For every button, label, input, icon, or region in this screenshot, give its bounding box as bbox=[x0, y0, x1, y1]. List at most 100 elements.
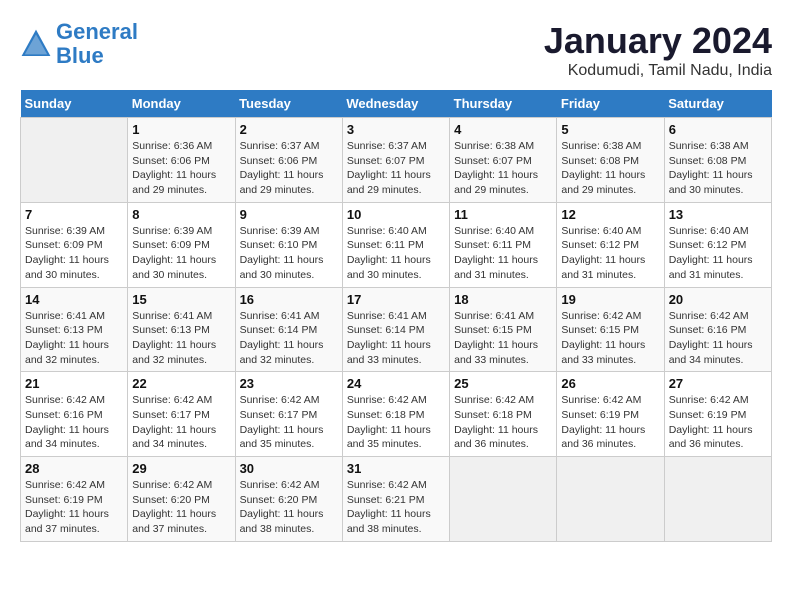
day-number: 14 bbox=[25, 292, 123, 307]
calendar-cell: 26Sunrise: 6:42 AMSunset: 6:19 PMDayligh… bbox=[557, 372, 664, 457]
calendar-cell: 12Sunrise: 6:40 AMSunset: 6:12 PMDayligh… bbox=[557, 202, 664, 287]
calendar-cell: 31 Sunrise: 6:42 AMSunset: 6:21 PMDayligh… bbox=[342, 457, 449, 542]
logo-line2: Blue bbox=[56, 43, 104, 68]
calendar-cell: 5 Sunrise: 6:38 AMSunset: 6:08 PMDaylight… bbox=[557, 118, 664, 203]
calendar-cell: 6 Sunrise: 6:38 AMSunset: 6:08 PMDaylight… bbox=[664, 118, 771, 203]
day-number: 22 bbox=[132, 376, 230, 391]
day-info: Sunrise: 6:42 AMSunset: 6:20 PMDaylight:… bbox=[132, 478, 230, 537]
weekday-header-sunday: Sunday bbox=[21, 90, 128, 118]
calendar-cell: 15Sunrise: 6:41 AMSunset: 6:13 PMDayligh… bbox=[128, 287, 235, 372]
calendar-cell: 10 Sunrise: 6:40 AMSunset: 6:11 PMDayligh… bbox=[342, 202, 449, 287]
calendar-cell: 11 Sunrise: 6:40 AMSunset: 6:11 PMDayligh… bbox=[450, 202, 557, 287]
weekday-header-friday: Friday bbox=[557, 90, 664, 118]
calendar-cell: 7 Sunrise: 6:39 AMSunset: 6:09 PMDaylight… bbox=[21, 202, 128, 287]
day-number: 18 bbox=[454, 292, 552, 307]
day-info: Sunrise: 6:41 AMSunset: 6:14 PMDaylight:… bbox=[347, 309, 445, 368]
day-info: Sunrise: 6:40 AMSunset: 6:11 PMDaylight:… bbox=[454, 224, 552, 283]
day-info: Sunrise: 6:41 AMSunset: 6:15 PMDaylight:… bbox=[454, 309, 552, 368]
day-number: 16 bbox=[240, 292, 338, 307]
calendar-cell: 14 Sunrise: 6:41 AMSunset: 6:13 PMDayligh… bbox=[21, 287, 128, 372]
day-number: 15 bbox=[132, 292, 230, 307]
calendar-cell: 28 Sunrise: 6:42 AMSunset: 6:19 PMDayligh… bbox=[21, 457, 128, 542]
logo-text: General Blue bbox=[56, 20, 138, 68]
calendar-cell: 25 Sunrise: 6:42 AMSunset: 6:18 PMDayligh… bbox=[450, 372, 557, 457]
day-info: Sunrise: 6:40 AMSunset: 6:12 PMDaylight:… bbox=[561, 224, 659, 283]
day-info: Sunrise: 6:42 AMSunset: 6:15 PMDaylight:… bbox=[561, 309, 659, 368]
day-info: Sunrise: 6:37 AMSunset: 6:06 PMDaylight:… bbox=[240, 139, 338, 198]
day-number: 8 bbox=[132, 207, 230, 222]
calendar-week-5: 28 Sunrise: 6:42 AMSunset: 6:19 PMDayligh… bbox=[21, 457, 772, 542]
day-info: Sunrise: 6:41 AMSunset: 6:14 PMDaylight:… bbox=[240, 309, 338, 368]
day-info: Sunrise: 6:42 AMSunset: 6:19 PMDaylight:… bbox=[25, 478, 123, 537]
day-info: Sunrise: 6:38 AMSunset: 6:08 PMDaylight:… bbox=[669, 139, 767, 198]
calendar-cell: 13Sunrise: 6:40 AMSunset: 6:12 PMDayligh… bbox=[664, 202, 771, 287]
day-info: Sunrise: 6:40 AMSunset: 6:12 PMDaylight:… bbox=[669, 224, 767, 283]
day-number: 1 bbox=[132, 122, 230, 137]
day-info: Sunrise: 6:42 AMSunset: 6:17 PMDaylight:… bbox=[132, 393, 230, 452]
calendar-body: 1Sunrise: 6:36 AMSunset: 6:06 PMDaylight… bbox=[21, 118, 772, 542]
day-info: Sunrise: 6:39 AMSunset: 6:09 PMDaylight:… bbox=[25, 224, 123, 283]
day-info: Sunrise: 6:42 AMSunset: 6:16 PMDaylight:… bbox=[669, 309, 767, 368]
calendar-cell: 21 Sunrise: 6:42 AMSunset: 6:16 PMDayligh… bbox=[21, 372, 128, 457]
day-info: Sunrise: 6:42 AMSunset: 6:16 PMDaylight:… bbox=[25, 393, 123, 452]
day-number: 19 bbox=[561, 292, 659, 307]
day-info: Sunrise: 6:42 AMSunset: 6:19 PMDaylight:… bbox=[669, 393, 767, 452]
day-info: Sunrise: 6:37 AMSunset: 6:07 PMDaylight:… bbox=[347, 139, 445, 198]
day-info: Sunrise: 6:38 AMSunset: 6:07 PMDaylight:… bbox=[454, 139, 552, 198]
calendar-cell: 8Sunrise: 6:39 AMSunset: 6:09 PMDaylight… bbox=[128, 202, 235, 287]
calendar-cell bbox=[450, 457, 557, 542]
weekday-header-row: SundayMondayTuesdayWednesdayThursdayFrid… bbox=[21, 90, 772, 118]
day-number: 24 bbox=[347, 376, 445, 391]
day-number: 27 bbox=[669, 376, 767, 391]
day-info: Sunrise: 6:41 AMSunset: 6:13 PMDaylight:… bbox=[25, 309, 123, 368]
calendar-week-1: 1Sunrise: 6:36 AMSunset: 6:06 PMDaylight… bbox=[21, 118, 772, 203]
calendar-cell: 19 Sunrise: 6:42 AMSunset: 6:15 PMDayligh… bbox=[557, 287, 664, 372]
day-number: 26 bbox=[561, 376, 659, 391]
calendar-cell: 23 Sunrise: 6:42 AMSunset: 6:17 PMDayligh… bbox=[235, 372, 342, 457]
calendar-cell: 3 Sunrise: 6:37 AMSunset: 6:07 PMDaylight… bbox=[342, 118, 449, 203]
day-number: 2 bbox=[240, 122, 338, 137]
day-info: Sunrise: 6:40 AMSunset: 6:11 PMDaylight:… bbox=[347, 224, 445, 283]
weekday-header-wednesday: Wednesday bbox=[342, 90, 449, 118]
calendar-cell: 1Sunrise: 6:36 AMSunset: 6:06 PMDaylight… bbox=[128, 118, 235, 203]
day-info: Sunrise: 6:38 AMSunset: 6:08 PMDaylight:… bbox=[561, 139, 659, 198]
calendar-cell: 2 Sunrise: 6:37 AMSunset: 6:06 PMDaylight… bbox=[235, 118, 342, 203]
calendar-cell: 18 Sunrise: 6:41 AMSunset: 6:15 PMDayligh… bbox=[450, 287, 557, 372]
day-number: 7 bbox=[25, 207, 123, 222]
day-number: 30 bbox=[240, 461, 338, 476]
day-info: Sunrise: 6:42 AMSunset: 6:17 PMDaylight:… bbox=[240, 393, 338, 452]
day-number: 4 bbox=[454, 122, 552, 137]
month-title: January 2024 bbox=[544, 20, 772, 62]
day-number: 3 bbox=[347, 122, 445, 137]
day-number: 28 bbox=[25, 461, 123, 476]
day-number: 6 bbox=[669, 122, 767, 137]
page-header: General Blue January 2024 Kodumudi, Tami… bbox=[20, 20, 772, 80]
location-subtitle: Kodumudi, Tamil Nadu, India bbox=[544, 62, 772, 80]
logo-icon bbox=[20, 28, 52, 60]
calendar-cell: 20 Sunrise: 6:42 AMSunset: 6:16 PMDayligh… bbox=[664, 287, 771, 372]
calendar-cell bbox=[664, 457, 771, 542]
weekday-header-monday: Monday bbox=[128, 90, 235, 118]
calendar-cell: 4 Sunrise: 6:38 AMSunset: 6:07 PMDaylight… bbox=[450, 118, 557, 203]
calendar-cell: 27 Sunrise: 6:42 AMSunset: 6:19 PMDayligh… bbox=[664, 372, 771, 457]
calendar-cell bbox=[21, 118, 128, 203]
calendar-cell: 24Sunrise: 6:42 AMSunset: 6:18 PMDayligh… bbox=[342, 372, 449, 457]
calendar-table: SundayMondayTuesdayWednesdayThursdayFrid… bbox=[20, 90, 772, 542]
day-number: 21 bbox=[25, 376, 123, 391]
day-number: 20 bbox=[669, 292, 767, 307]
day-info: Sunrise: 6:42 AMSunset: 6:18 PMDaylight:… bbox=[454, 393, 552, 452]
title-block: January 2024 Kodumudi, Tamil Nadu, India bbox=[544, 20, 772, 80]
day-number: 5 bbox=[561, 122, 659, 137]
day-number: 9 bbox=[240, 207, 338, 222]
day-number: 11 bbox=[454, 207, 552, 222]
calendar-cell: 16 Sunrise: 6:41 AMSunset: 6:14 PMDayligh… bbox=[235, 287, 342, 372]
weekday-header-tuesday: Tuesday bbox=[235, 90, 342, 118]
day-number: 31 bbox=[347, 461, 445, 476]
day-info: Sunrise: 6:42 AMSunset: 6:21 PMDaylight:… bbox=[347, 478, 445, 537]
calendar-week-3: 14 Sunrise: 6:41 AMSunset: 6:13 PMDayligh… bbox=[21, 287, 772, 372]
day-info: Sunrise: 6:42 AMSunset: 6:20 PMDaylight:… bbox=[240, 478, 338, 537]
day-number: 23 bbox=[240, 376, 338, 391]
day-number: 25 bbox=[454, 376, 552, 391]
day-number: 10 bbox=[347, 207, 445, 222]
calendar-week-4: 21 Sunrise: 6:42 AMSunset: 6:16 PMDayligh… bbox=[21, 372, 772, 457]
